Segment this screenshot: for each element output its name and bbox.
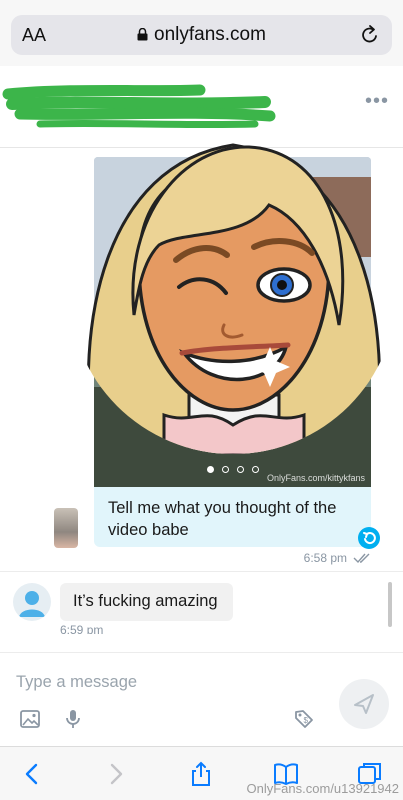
pager-dot[interactable] xyxy=(251,466,259,473)
pager-dot[interactable] xyxy=(206,466,214,473)
bitmoji-sticker xyxy=(86,143,382,454)
read-receipt-icon xyxy=(353,553,370,564)
message-text: It’s fucking amazing xyxy=(73,592,218,610)
message-composer: $ xyxy=(0,652,403,746)
divider xyxy=(0,571,403,572)
reload-icon[interactable] xyxy=(360,24,380,46)
message-input[interactable] xyxy=(16,669,316,695)
pager-dot[interactable] xyxy=(221,466,229,473)
image-icon[interactable] xyxy=(19,708,41,730)
back-icon[interactable] xyxy=(19,761,45,787)
svg-text:$: $ xyxy=(304,716,309,725)
browser-toolbar: OnlyFans.com/u13921942 xyxy=(0,746,403,800)
share-icon[interactable] xyxy=(188,761,214,787)
forward-icon[interactable] xyxy=(103,761,129,787)
url-display[interactable]: onlyfans.com xyxy=(11,24,392,46)
lock-icon xyxy=(137,28,148,41)
media-watermark: OnlyFans.com/kittykfans xyxy=(266,473,365,483)
outgoing-message-bubble[interactable]: Tell me what you thought of the video ba… xyxy=(94,487,371,547)
scrollbar[interactable] xyxy=(388,582,392,627)
more-options-button[interactable]: ••• xyxy=(365,90,389,113)
footer-watermark: OnlyFans.com/u13921942 xyxy=(246,781,399,796)
incoming-message-bubble[interactable]: It’s fucking amazing xyxy=(60,583,233,621)
undo-icon[interactable] xyxy=(358,527,380,549)
sender-avatar[interactable] xyxy=(54,508,78,548)
browser-address-area: AA onlyfans.com xyxy=(0,0,403,66)
address-bar[interactable]: AA onlyfans.com xyxy=(11,15,392,55)
user-avatar[interactable] xyxy=(13,583,51,621)
pager-dot[interactable] xyxy=(236,466,244,473)
microphone-icon[interactable] xyxy=(62,708,84,730)
send-icon xyxy=(354,694,374,714)
message-text: Tell me what you thought of the video ba… xyxy=(108,499,337,539)
time-text: 6:58 pm xyxy=(303,551,347,565)
url-text: onlyfans.com xyxy=(154,24,266,45)
user-icon xyxy=(19,591,45,617)
message-time: 6:59 pm xyxy=(60,623,104,634)
price-tag-icon[interactable]: $ xyxy=(293,708,315,730)
send-button[interactable] xyxy=(339,679,389,729)
